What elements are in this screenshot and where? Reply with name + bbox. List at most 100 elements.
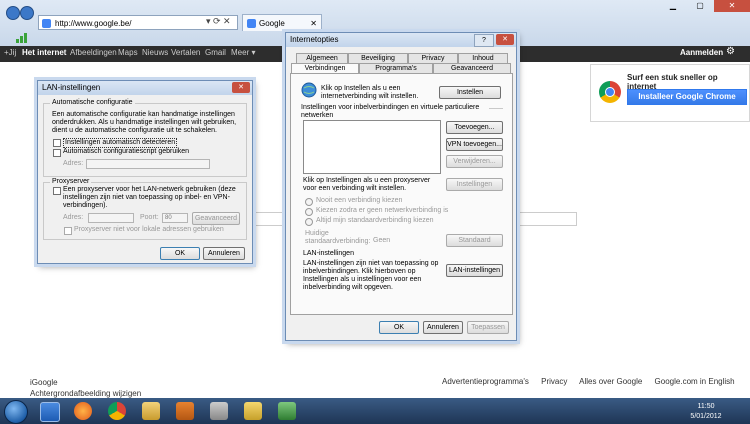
default-button[interactable]: Standaard <box>446 234 503 247</box>
camera-icon[interactable] <box>210 402 228 420</box>
script-address-input[interactable] <box>86 159 210 169</box>
inet-cancel-button[interactable]: Annuleren <box>423 321 463 334</box>
tab-security[interactable]: Beveiliging <box>348 53 408 63</box>
auto-script-label: Automatisch configuratiescript gebruiken <box>63 148 190 155</box>
start-button-icon[interactable] <box>4 400 28 424</box>
back-icon[interactable] <box>6 6 20 20</box>
address-buttons[interactable]: ▾ ⟳ ✕ <box>206 16 231 27</box>
gbar-item-translate[interactable]: Vertalen <box>171 48 200 57</box>
clock-time: 11:50 <box>697 403 715 410</box>
tab-general[interactable]: Algemeen <box>296 53 348 63</box>
close-icon[interactable]: ✕ <box>714 0 750 12</box>
search-box-fragment <box>252 212 285 226</box>
maximize-icon[interactable]: ▢ <box>687 0 713 12</box>
connections-list[interactable] <box>303 120 441 174</box>
auto-config-desc: Een automatische configuratie kan handma… <box>52 111 237 134</box>
auto-detect-label: Instellingen automatisch detecteren <box>63 138 178 148</box>
media-player-icon[interactable] <box>176 402 194 420</box>
current-default-value: Geen <box>373 237 391 244</box>
proxy-port-label: Poort: <box>140 214 159 221</box>
proxy-use-label: Een proxyserver voor het LAN-netwerk geb… <box>63 186 236 209</box>
bypass-local-checkbox[interactable] <box>64 227 72 235</box>
footer-right: Advertentieprogramma's Privacy Alles ove… <box>442 377 745 386</box>
proxy-address-input[interactable] <box>88 213 134 223</box>
signin-link[interactable]: Aanmelden <box>680 48 723 57</box>
radio-never-label: Nooit een verbinding kiezen <box>316 197 403 204</box>
footer-privacy[interactable]: Privacy <box>541 377 567 386</box>
remove-button[interactable]: Verwijderen... <box>446 155 503 168</box>
ie-icon[interactable] <box>40 402 60 422</box>
footer-ads[interactable]: Advertentieprogramma's <box>442 377 529 386</box>
footer-english[interactable]: Google.com in English <box>655 377 735 386</box>
taskbar-clock[interactable]: 11:50 5/01/2012 <box>686 402 726 422</box>
footer-igoogle[interactable]: iGoogle <box>30 377 141 388</box>
tab-connections[interactable]: Verbindingen <box>291 63 359 73</box>
tab-programs[interactable]: Programma's <box>359 63 433 73</box>
gbar-item-gmail[interactable]: Gmail <box>205 48 226 57</box>
tab-close-icon[interactable]: ✕ <box>310 15 317 32</box>
signal-icon <box>16 33 27 43</box>
explorer-icon[interactable] <box>142 402 160 420</box>
lan-close-icon[interactable]: ✕ <box>232 82 250 93</box>
minimize-icon[interactable]: ▁ <box>660 0 686 12</box>
gbar-item-maps[interactable]: Maps <box>118 48 138 57</box>
proxy-address-label: Adres: <box>63 214 84 221</box>
google-favicon-icon <box>42 19 51 28</box>
current-default-label: Huidige standaardverbinding: <box>305 230 371 245</box>
help-icon[interactable]: ? <box>474 34 494 47</box>
auto-script-checkbox[interactable] <box>53 149 61 157</box>
settings-button[interactable]: Instellingen <box>446 178 503 191</box>
radio-when-none[interactable] <box>305 208 313 216</box>
dialup-header: Instellingen voor inbelverbindingen en v… <box>301 104 480 119</box>
gbar-item-jij[interactable]: +Jij <box>4 48 16 57</box>
add-button[interactable]: Toevoegen... <box>446 121 503 134</box>
radio-when-none-label: Kiezen zodra er geen netwerkverbinding i… <box>316 207 449 214</box>
gbar-item-internet[interactable]: Het internet <box>22 48 66 57</box>
tab-privacy[interactable]: Privacy <box>408 53 458 63</box>
lan-dialog-title: LAN-instellingen <box>38 81 252 95</box>
install-chrome-button[interactable]: Installeer Google Chrome <box>627 89 747 105</box>
chrome-icon[interactable] <box>108 402 126 420</box>
add-vpn-button[interactable]: VPN toevoegen... <box>446 138 503 151</box>
tab-panel: Klik op Instellen als u een internetverb… <box>290 73 513 315</box>
search-box-fragment-right <box>516 212 577 226</box>
app-icon[interactable] <box>244 402 262 420</box>
globe-icon <box>301 82 317 98</box>
tab-title: Google <box>259 19 285 28</box>
bypass-local-label: Proxyserver niet voor lokale adressen ge… <box>74 226 224 233</box>
setup-text: Klik op Instellen als u een internetverb… <box>321 85 419 100</box>
lan-ok-button[interactable]: OK <box>160 247 200 260</box>
browser-tab[interactable]: Google ✕ <box>242 14 322 31</box>
gear-icon[interactable]: ⚙ <box>726 46 735 57</box>
chrome-ad: Surf een stuk sneller op internet Instal… <box>590 64 750 122</box>
gbar-item-images[interactable]: Afbeeldingen <box>70 48 117 57</box>
radio-always-label: Altijd mijn standaardverbinding kiezen <box>316 217 434 224</box>
forward-icon[interactable] <box>20 6 34 20</box>
proxy-advanced-button[interactable]: Geavanceerd <box>192 212 240 225</box>
inet-ok-button[interactable]: OK <box>379 321 419 334</box>
proxy-port-input[interactable]: 80 <box>162 213 188 223</box>
network-app-icon[interactable] <box>278 402 296 420</box>
proxy-text: Klik op Instellingen als u een proxyserv… <box>303 177 431 192</box>
lan-settings-dialog: LAN-instellingen ✕ Automatische configur… <box>37 80 253 264</box>
proxy-use-checkbox[interactable] <box>53 187 61 195</box>
setup-button[interactable]: Instellen <box>439 86 501 99</box>
lan-cancel-button[interactable]: Annuleren <box>203 247 245 260</box>
footer-left: iGoogle Achtergrondafbeelding wijzigen <box>30 377 141 399</box>
lan-settings-button[interactable]: LAN-instellingen <box>446 264 503 277</box>
inet-close-icon[interactable]: ✕ <box>496 34 514 45</box>
tab-advanced[interactable]: Geavanceerd <box>433 63 511 73</box>
footer-about[interactable]: Alles over Google <box>579 377 642 386</box>
radio-always[interactable] <box>305 218 313 226</box>
firefox-icon[interactable] <box>74 402 92 420</box>
lan-text: LAN-instellingen zijn niet van toepassin… <box>303 260 439 291</box>
inet-apply-button[interactable]: Toepassen <box>467 321 509 334</box>
clock-date: 5/01/2012 <box>690 413 722 420</box>
gbar-item-more[interactable]: Meer ▾ <box>231 48 255 57</box>
tab-content[interactable]: Inhoud <box>458 53 508 63</box>
proxy-group-label: Proxyserver <box>50 178 92 186</box>
radio-never[interactable] <box>305 198 313 206</box>
auto-detect-checkbox[interactable] <box>53 139 61 147</box>
gbar-item-news[interactable]: Nieuws <box>142 48 168 57</box>
script-address-label: Adres: <box>63 160 84 167</box>
